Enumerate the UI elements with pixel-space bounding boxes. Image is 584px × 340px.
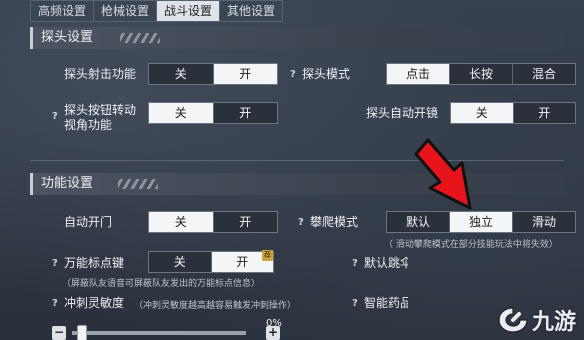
peek-mode-selector: 点击 长按 混合 bbox=[386, 63, 576, 85]
peek-turn-label-line2: 视角功能 bbox=[64, 118, 113, 132]
peek-mode-mixed-option[interactable]: 混合 bbox=[513, 64, 575, 84]
sprint-sensitivity-minus-button[interactable]: − bbox=[52, 326, 66, 340]
peek-turn-off-option[interactable]: 关 bbox=[149, 103, 214, 123]
peek-turn-on-option[interactable]: 开 bbox=[214, 103, 278, 123]
recommended-badge: 荐 bbox=[262, 250, 273, 261]
background bbox=[0, 0, 584, 340]
peek-fire-on-option[interactable]: 开 bbox=[213, 64, 277, 84]
peek-auto-scope-toggle: 关 开 bbox=[450, 102, 576, 124]
peek-mode-hold-option[interactable]: 长按 bbox=[450, 64, 513, 84]
peek-auto-scope-on-option[interactable]: 开 bbox=[514, 103, 576, 123]
marker-key-off-option[interactable]: 关 bbox=[149, 252, 212, 272]
watermark-text: 九游 bbox=[531, 310, 576, 335]
section-divider bbox=[30, 160, 564, 161]
peek-turn-toggle: 关 开 bbox=[148, 102, 278, 124]
function-section-header: 功能设置 bbox=[30, 173, 564, 195]
sprint-sensitivity-slider-thumb[interactable] bbox=[77, 325, 88, 340]
default-jump-help-icon[interactable]: ? bbox=[352, 258, 358, 269]
marker-key-label: 万能标点键 bbox=[64, 256, 125, 270]
climb-mode-note: （ 滑动攀爬模式在部分技能玩法中将失效） bbox=[384, 240, 558, 250]
tab-combat[interactable]: 战斗设置 bbox=[156, 0, 221, 22]
sprint-sensitivity-note: （冲刺灵敏度越高越容易触发冲刺操作） bbox=[134, 301, 297, 311]
auto-door-toggle: 关 开 bbox=[148, 211, 278, 233]
marker-key-note: （屏蔽队友语音可屏蔽队友发出的万能标点信息） bbox=[62, 279, 261, 289]
smart-medicine-label: 智能药品 bbox=[364, 296, 408, 310]
climb-mode-label: 攀爬模式 bbox=[310, 215, 359, 229]
red-arrow-annotation bbox=[414, 138, 472, 210]
tab-weapon[interactable]: 枪械设置 bbox=[93, 0, 158, 22]
peek-mode-help-icon[interactable]: ? bbox=[290, 69, 296, 80]
header-stripes-decoration bbox=[120, 33, 160, 43]
smart-medicine-help-icon[interactable]: ? bbox=[352, 298, 358, 309]
auto-door-off-option[interactable]: 关 bbox=[149, 212, 214, 232]
peek-fire-toggle: 关 开 bbox=[148, 63, 278, 85]
peek-fire-label: 探头射击功能 bbox=[64, 67, 137, 81]
function-section-title: 功能设置 bbox=[41, 176, 94, 191]
peek-fire-off-option[interactable]: 关 bbox=[149, 64, 214, 84]
tab-other[interactable]: 其他设置 bbox=[219, 0, 284, 22]
peek-mode-label: 探头模式 bbox=[302, 67, 351, 81]
climb-mode-slide-option[interactable]: 滑动 bbox=[513, 212, 575, 232]
settings-tabs: 高频设置 枪械设置 战斗设置 其他设置 bbox=[30, 0, 284, 22]
peek-mode-click-option[interactable]: 点击 bbox=[387, 64, 450, 84]
auto-door-on-option[interactable]: 开 bbox=[214, 212, 278, 232]
auto-door-label: 自动开门 bbox=[64, 215, 113, 229]
peek-auto-scope-label: 探头自动开镜 bbox=[366, 106, 439, 120]
peek-turn-label-line1: 探头按钮转动 bbox=[64, 103, 137, 117]
peek-auto-scope-off-option[interactable]: 关 bbox=[451, 103, 514, 123]
climb-mode-help-icon[interactable]: ? bbox=[298, 217, 304, 228]
default-jump-label: 默认跳伞 bbox=[364, 256, 408, 270]
watermark-logo-icon bbox=[498, 307, 528, 333]
sprint-sensitivity-help-icon[interactable]: ? bbox=[52, 298, 58, 309]
peek-turn-help-icon[interactable]: ? bbox=[52, 111, 58, 122]
sprint-sensitivity-plus-button[interactable]: + bbox=[266, 326, 280, 340]
sprint-sensitivity-slider-track[interactable] bbox=[72, 331, 246, 335]
header-stripes-decoration bbox=[118, 179, 158, 189]
marker-key-help-icon[interactable]: ? bbox=[52, 258, 58, 269]
peek-section-header: 探头设置 bbox=[30, 27, 564, 49]
peek-section-title: 探头设置 bbox=[41, 30, 94, 45]
marker-key-toggle: 关 开 bbox=[148, 251, 274, 273]
watermark: 九游 bbox=[496, 304, 576, 336]
sprint-sensitivity-label: 冲刺灵敏度 bbox=[64, 296, 125, 310]
tab-high-frequency[interactable]: 高频设置 bbox=[30, 0, 95, 22]
